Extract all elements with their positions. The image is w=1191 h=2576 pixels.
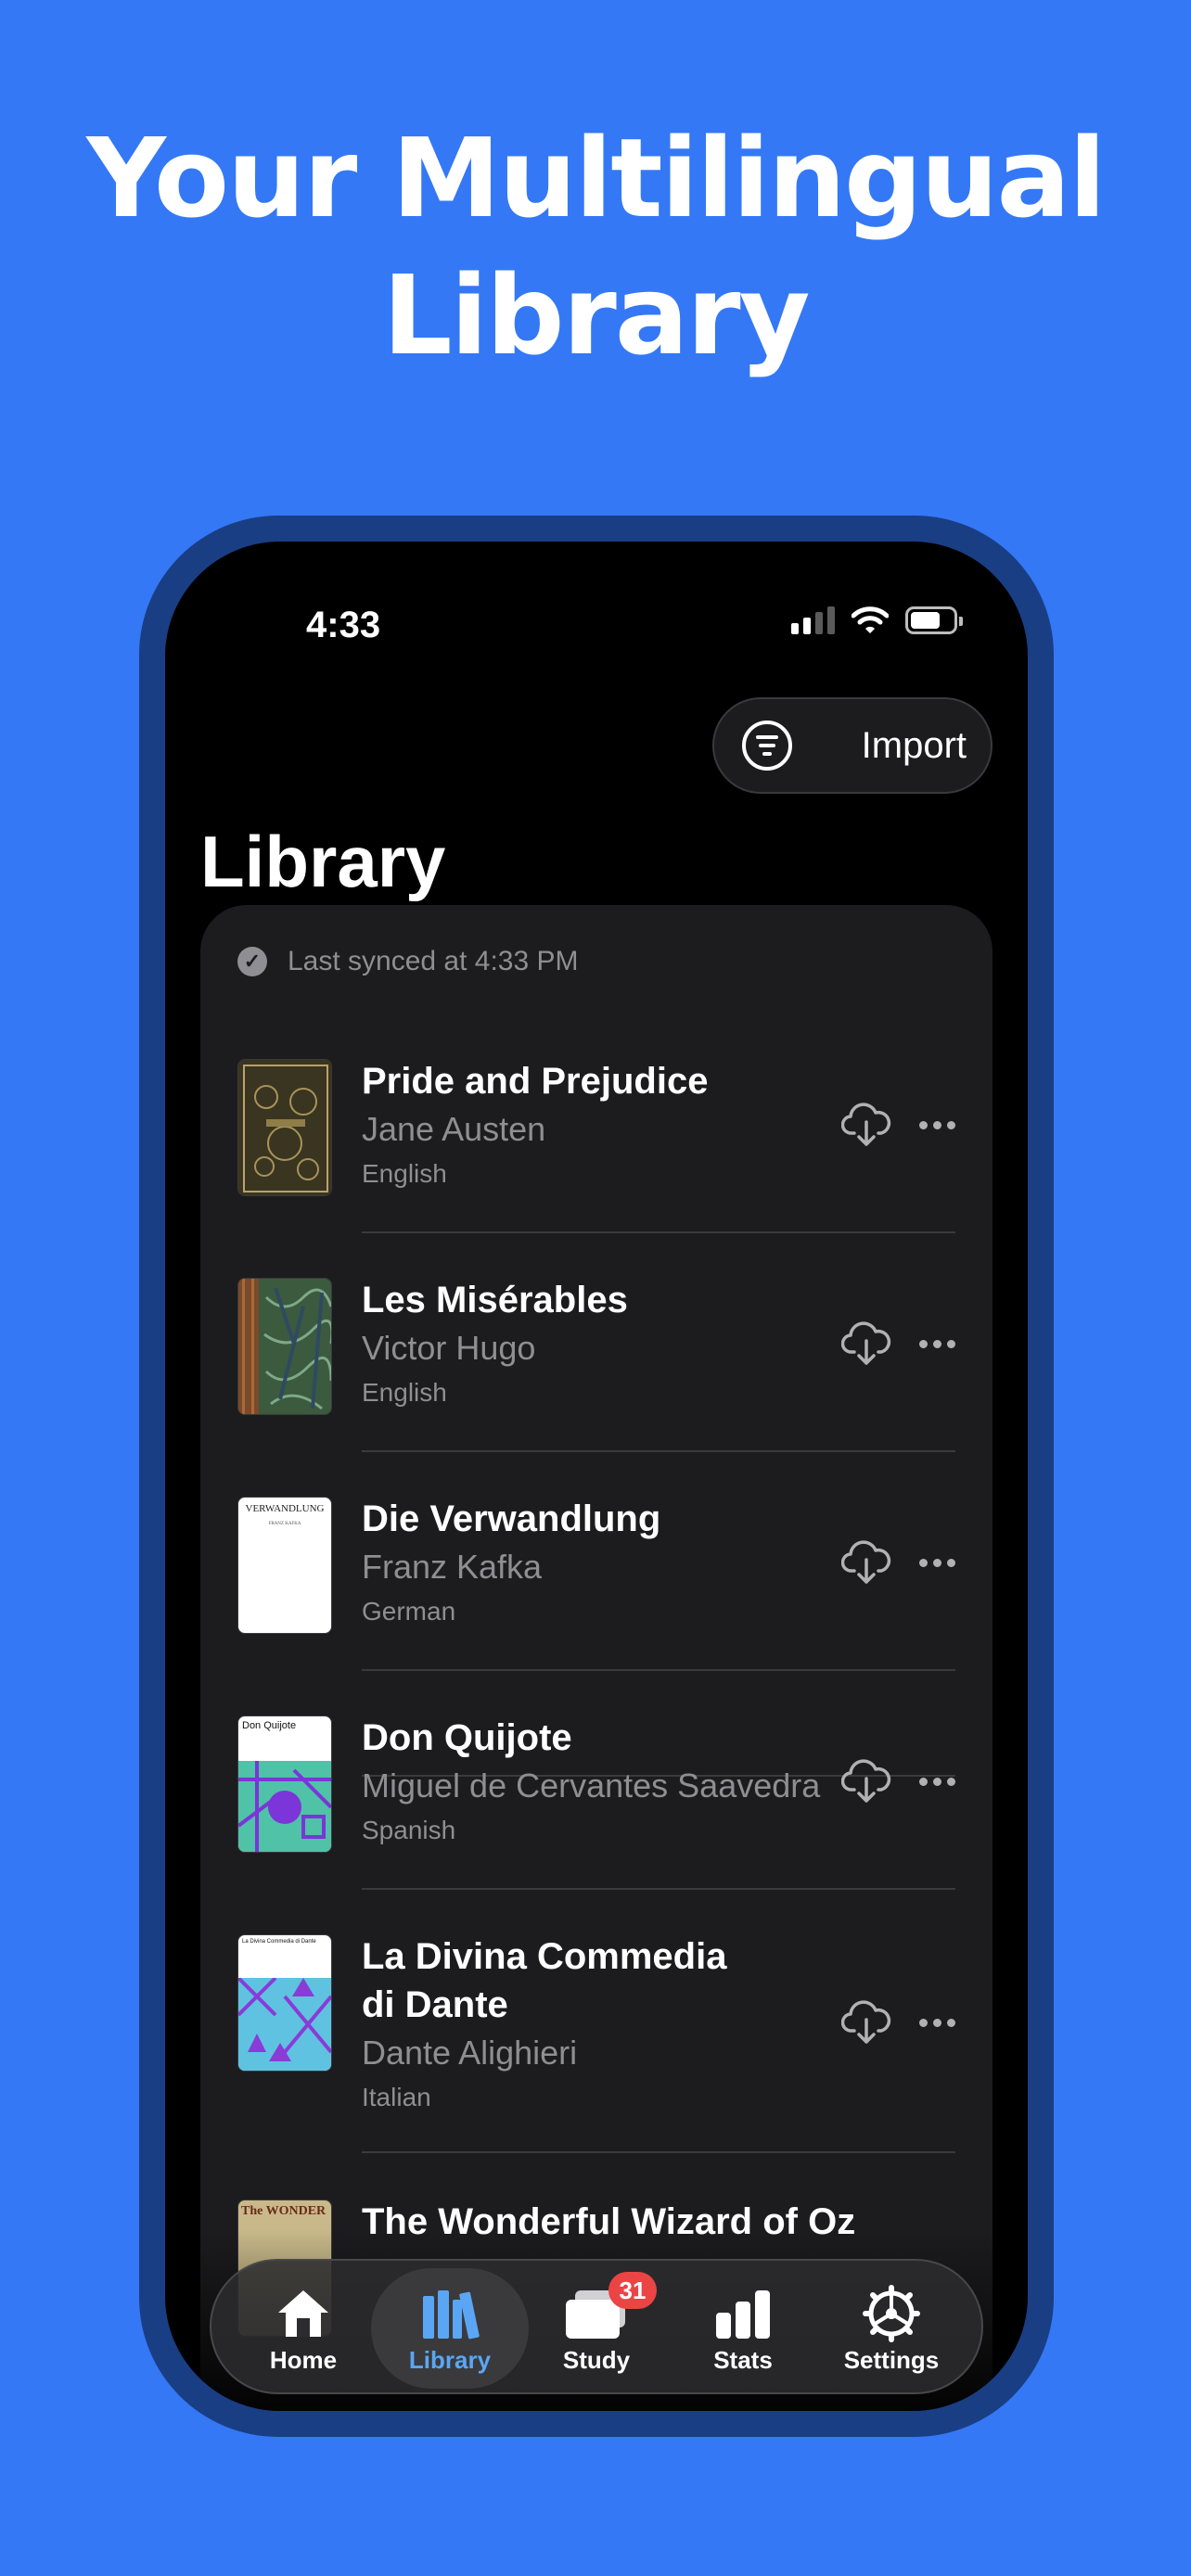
tab-settings[interactable]: Settings (813, 2268, 970, 2389)
divider (362, 1450, 955, 1452)
filter-icon[interactable] (742, 721, 792, 771)
tab-label: Study (562, 2345, 631, 2374)
book-author: Franz Kafka (362, 1548, 543, 1586)
book-language: Italian (362, 2083, 431, 2111)
status-icons (791, 606, 963, 634)
sync-status-text: Last synced at 4:33 PM (288, 946, 579, 976)
tab-library[interactable]: Library (371, 2268, 529, 2389)
marketing-headline: Your Multilingual Library (0, 109, 1191, 384)
cloud-download-icon[interactable] (841, 1320, 891, 1367)
cover-title: Don Quijote (242, 1720, 297, 1731)
cellular-signal-icon (791, 606, 835, 634)
book-author: Jane Austen (362, 1110, 546, 1148)
book-cover (237, 1059, 332, 1196)
page-title: Library (200, 821, 446, 902)
top-toolbar: Import (712, 697, 992, 794)
cover-title: The WONDER (241, 2204, 327, 2218)
wifi-icon (852, 606, 889, 633)
phone-frame: 4:33 Import Library ✓ Last synced at 4:3… (139, 516, 1054, 2437)
sync-status: ✓ Last synced at 4:33 PM (237, 946, 579, 977)
tab-label: Stats (713, 2345, 773, 2374)
list-item[interactable]: Pride and Prejudice Jane Austen English (237, 1059, 955, 1217)
more-options-icon[interactable] (919, 1777, 955, 1786)
phone-screen: 4:33 Import Library ✓ Last synced at 4:3… (165, 542, 1028, 2411)
tab-home[interactable]: Home (224, 2268, 382, 2389)
tab-stats[interactable]: Stats (664, 2268, 822, 2389)
book-cover: La Divina Commedia di Dante (237, 1934, 332, 2072)
study-badge: 31 (608, 2272, 657, 2309)
book-title: Les Misérables (362, 1280, 628, 1320)
list-item[interactable]: Don Quijote Don Quijote Miguel de Cervan… (237, 1715, 955, 1873)
cloud-download-icon[interactable] (841, 1999, 891, 2046)
list-item[interactable]: La Divina Commedia di Dante La Divina Co… (237, 1934, 955, 2138)
books-icon (419, 2283, 480, 2344)
cloud-download-icon[interactable] (841, 1102, 891, 1148)
divider (362, 1669, 955, 1671)
cloud-download-icon[interactable] (841, 1539, 891, 1586)
book-author: Dante Alighieri (362, 2034, 578, 2072)
book-language: German (362, 1597, 456, 1626)
battery-icon (905, 606, 963, 634)
book-title: Pride and Prejudice (362, 1061, 709, 1102)
cover-title: VERWANDLUNG (245, 1503, 325, 1514)
more-options-icon[interactable] (919, 1120, 955, 1129)
bar-chart-icon (712, 2283, 774, 2344)
more-options-icon[interactable] (919, 1339, 955, 1348)
tab-label: Library (408, 2345, 492, 2374)
book-cover: Don Quijote (237, 1715, 332, 1853)
house-icon (275, 2283, 332, 2344)
more-options-icon[interactable] (919, 2018, 955, 2027)
gear-icon (863, 2283, 920, 2344)
divider (362, 1888, 955, 1890)
headline-line-2: Library (382, 251, 810, 379)
book-language: English (362, 1378, 447, 1407)
import-button[interactable]: Import (862, 725, 967, 767)
tab-label: Settings (843, 2345, 940, 2374)
cloud-download-icon[interactable] (841, 1758, 891, 1804)
book-author: Miguel de Cervantes Saavedra (362, 1766, 821, 1804)
book-title-line-1: La Divina Commedia (362, 1936, 727, 1977)
divider (362, 1231, 955, 1233)
library-list: ✓ Last synced at 4:33 PM Pride and Preju… (200, 905, 992, 2411)
book-title: Die Verwandlung (362, 1498, 661, 1539)
book-title: Don Quijote (362, 1717, 572, 1758)
tab-bar: Home Library Study 31 Stats Settings (210, 2259, 983, 2394)
list-item[interactable]: VERWANDLUNG FRANZ KAFKA Die Verwandlung … (237, 1497, 955, 1654)
cover-title: La Divina Commedia di Dante (242, 1939, 316, 1945)
divider (362, 2151, 955, 2153)
list-item[interactable]: Les Misérables Victor Hugo English (237, 1278, 955, 1435)
status-time: 4:33 (306, 605, 381, 645)
more-options-icon[interactable] (919, 1558, 955, 1567)
book-author: Victor Hugo (362, 1329, 536, 1367)
cover-author: FRANZ KAFKA (268, 1522, 301, 1526)
tab-study[interactable]: Study 31 (518, 2268, 675, 2389)
book-language: Spanish (362, 1816, 456, 1844)
tab-label: Home (269, 2345, 338, 2374)
book-language: English (362, 1159, 447, 1188)
book-title-line-2: di Dante (362, 1984, 508, 2025)
book-cover (237, 1278, 332, 1415)
checkmark-icon: ✓ (237, 947, 267, 976)
book-cover: VERWANDLUNG FRANZ KAFKA (237, 1497, 332, 1634)
headline-line-1: Your Multilingual (86, 114, 1106, 242)
